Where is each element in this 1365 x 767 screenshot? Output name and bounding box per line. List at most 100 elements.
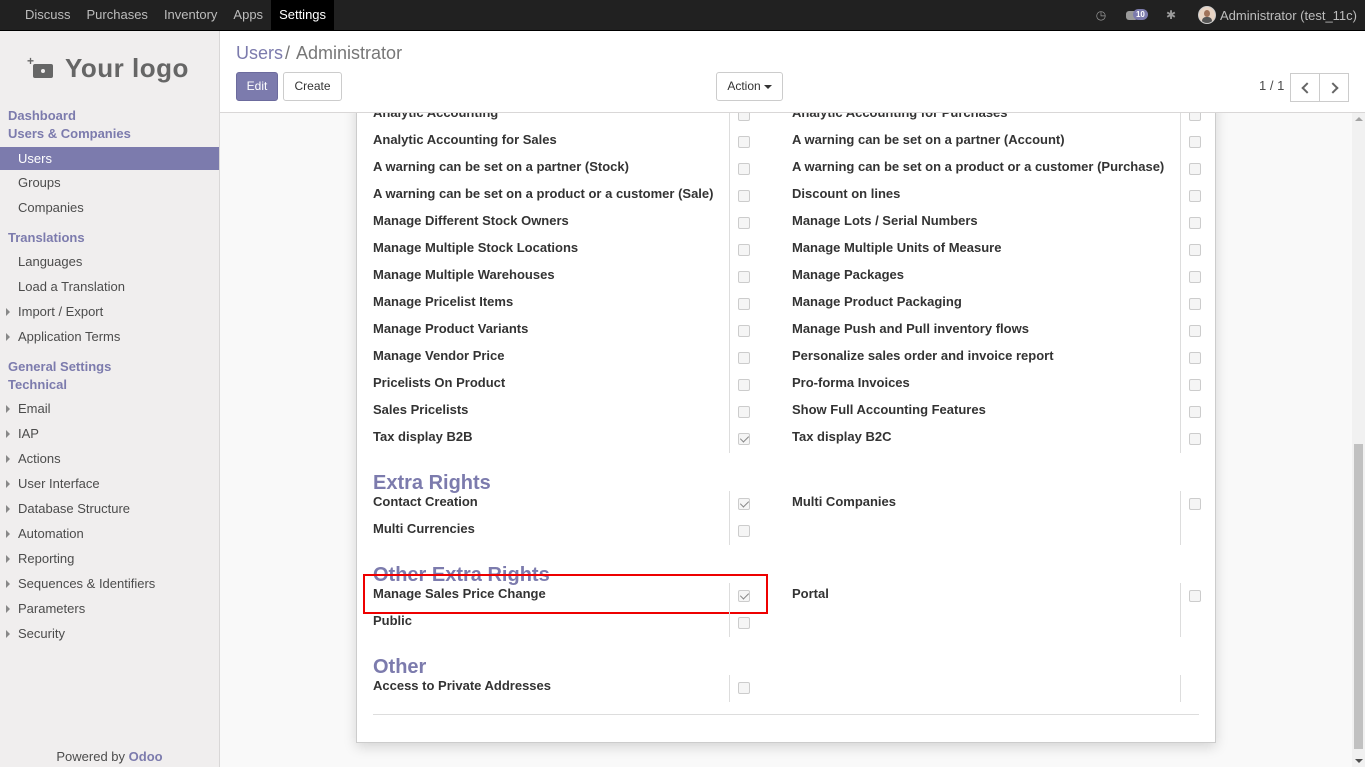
menu-purchases[interactable]: Purchases [79, 0, 156, 30]
sidebar-item-actions[interactable]: Actions [0, 447, 219, 470]
permission-checkbox[interactable] [1189, 433, 1201, 445]
column-separator [1180, 113, 1181, 129]
sidebar-item-application-terms[interactable]: Application Terms [0, 325, 219, 348]
permission-checkbox[interactable] [1189, 298, 1201, 310]
edit-button[interactable]: Edit [236, 72, 278, 101]
scroll-down-icon[interactable] [1355, 759, 1363, 763]
scrollbar-thumb[interactable] [1354, 444, 1363, 749]
permission-label: Pricelists On Product [373, 375, 506, 390]
pager-next-button[interactable] [1319, 73, 1349, 102]
caret-right-icon [6, 605, 10, 613]
permission-checkbox[interactable] [738, 325, 750, 337]
permission-checkbox[interactable] [738, 163, 750, 175]
permission-checkbox[interactable] [1189, 244, 1201, 256]
permission-checkbox[interactable] [738, 590, 750, 602]
sidebar-item-import-export[interactable]: Import / Export [0, 300, 219, 323]
permission-checkbox[interactable] [1189, 163, 1201, 175]
sidebar-section-technical[interactable]: Technical [8, 377, 67, 392]
permission-checkbox[interactable] [738, 617, 750, 629]
permission-label: A warning can be set on a partner (Accou… [792, 132, 1065, 147]
permission-checkbox[interactable] [1189, 217, 1201, 229]
permission-checkbox[interactable] [738, 406, 750, 418]
sidebar-item-reporting[interactable]: Reporting [0, 547, 219, 570]
powered-by: Powered by Odoo [0, 749, 219, 764]
permission-checkbox[interactable] [1189, 352, 1201, 364]
permission-checkbox[interactable] [738, 113, 750, 121]
column-separator [729, 318, 730, 345]
bug-icon[interactable]: ✱ [1164, 8, 1178, 22]
permission-checkbox[interactable] [738, 190, 750, 202]
menu-apps[interactable]: Apps [225, 0, 271, 30]
permission-checkbox[interactable] [738, 298, 750, 310]
permission-checkbox[interactable] [1189, 325, 1201, 337]
permission-checkbox[interactable] [1189, 406, 1201, 418]
sidebar-item-languages[interactable]: Languages [0, 250, 219, 273]
chat-icon[interactable]: 10 [1125, 8, 1148, 22]
column-separator [729, 210, 730, 237]
sidebar-item-label: Sequences & Identifiers [18, 576, 156, 591]
permission-checkbox[interactable] [738, 525, 750, 537]
sidebar-section-translations[interactable]: Translations [8, 230, 85, 245]
sidebar-item-groups[interactable]: Groups [0, 171, 219, 194]
action-dropdown[interactable]: Action [716, 72, 783, 101]
permission-checkbox[interactable] [1189, 271, 1201, 283]
odoo-link[interactable]: Odoo [129, 749, 163, 764]
sidebar-item-label: Application Terms [18, 329, 121, 344]
permission-checkbox[interactable] [738, 379, 750, 391]
sidebar-item-iap[interactable]: IAP [0, 422, 219, 445]
sidebar-item-security[interactable]: Security [0, 622, 219, 645]
menu-settings[interactable]: Settings [271, 0, 335, 30]
permission-checkbox[interactable] [1189, 113, 1201, 121]
permission-checkbox[interactable] [1189, 590, 1201, 602]
permission-checkbox[interactable] [738, 244, 750, 256]
permission-checkbox[interactable] [738, 433, 750, 445]
column-separator [729, 345, 730, 372]
sidebar-item-email[interactable]: Email [0, 397, 219, 420]
sidebar-item-companies[interactable]: Companies [0, 196, 219, 219]
permission-checkbox[interactable] [738, 136, 750, 148]
sidebar-section-general-settings[interactable]: General Settings [8, 359, 111, 374]
permission-checkbox[interactable] [738, 271, 750, 283]
clock-icon[interactable]: ◷ [1094, 8, 1108, 22]
column-separator [1180, 129, 1181, 156]
permission-checkbox[interactable] [738, 682, 750, 694]
column-separator [729, 399, 730, 426]
avatar[interactable] [1197, 6, 1216, 24]
column-separator [1180, 372, 1181, 399]
permission-checkbox[interactable] [738, 352, 750, 364]
permission-checkbox[interactable] [738, 217, 750, 229]
sidebar-item-label: Reporting [18, 551, 75, 566]
pager-value[interactable]: 1 / 1 [1259, 78, 1284, 93]
breadcrumb-current: Administrator [296, 43, 403, 63]
user-menu[interactable]: Administrator (test_11c) [1220, 8, 1357, 23]
permission-label: Show Full Accounting Features [792, 402, 986, 417]
permission-label: Tax display B2C [792, 429, 892, 444]
sidebar-item-parameters[interactable]: Parameters [0, 597, 219, 620]
scroll-up-icon[interactable] [1355, 117, 1363, 121]
sidebar-item-database-structure[interactable]: Database Structure [0, 497, 219, 520]
column-separator [729, 491, 730, 518]
menu-inventory[interactable]: Inventory [156, 0, 225, 30]
permission-checkbox[interactable] [1189, 136, 1201, 148]
caret-right-icon [6, 333, 10, 341]
create-button[interactable]: Create [283, 72, 342, 101]
camera-icon: + [27, 54, 55, 78]
permission-checkbox[interactable] [738, 498, 750, 510]
scrollbar[interactable] [1352, 113, 1365, 767]
menu-discuss[interactable]: Discuss [17, 0, 79, 30]
sidebar-item-automation[interactable]: Automation [0, 522, 219, 545]
pager-previous-button[interactable] [1290, 73, 1320, 102]
company-logo[interactable]: + Your logo [27, 53, 189, 84]
sidebar-section-dashboard[interactable]: Dashboard [8, 108, 76, 123]
permission-checkbox[interactable] [1189, 498, 1201, 510]
breadcrumb-users[interactable]: Users [236, 43, 283, 63]
sidebar-section-users-companies[interactable]: Users & Companies [8, 126, 131, 141]
sidebar-item-sequences[interactable]: Sequences & Identifiers [0, 572, 219, 595]
column-separator [1180, 518, 1181, 545]
permission-checkbox[interactable] [1189, 379, 1201, 391]
sidebar-item-load-translation[interactable]: Load a Translation [0, 275, 219, 298]
powered-by-text: Powered by [56, 749, 126, 764]
sidebar-item-users[interactable]: Users [0, 147, 219, 170]
sidebar-item-user-interface[interactable]: User Interface [0, 472, 219, 495]
permission-checkbox[interactable] [1189, 190, 1201, 202]
